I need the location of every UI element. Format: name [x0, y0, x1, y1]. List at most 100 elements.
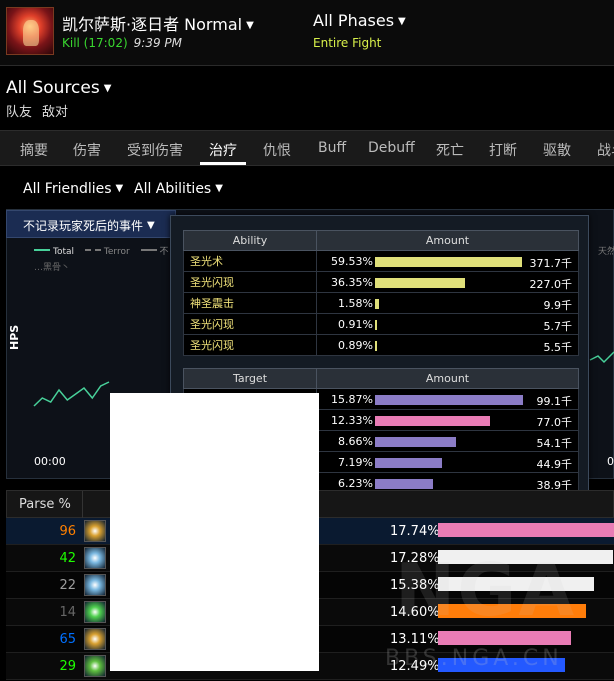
encounter-title: 凯尔萨斯·逐日者 Normal	[62, 15, 243, 34]
tab-buffs[interactable]: Buff	[318, 140, 346, 156]
target-header: Target	[183, 368, 317, 389]
chevron-down-icon: ▼	[103, 83, 112, 94]
target-value: 54.1千	[536, 437, 573, 450]
target-amount-header: Amount	[316, 368, 579, 389]
ability-name: 圣光闪现	[183, 271, 317, 293]
target-percent: 8.66%	[338, 435, 373, 448]
tab-threat[interactable]: 仇恨	[263, 140, 291, 160]
x-tick-start: 00:00	[34, 455, 66, 468]
series-line-total	[33, 381, 110, 407]
parse-value: 96	[59, 524, 76, 539]
healing-percent: 13.11%	[390, 632, 440, 647]
healing-percent: 17.74%	[390, 524, 440, 539]
target-amount-bar	[375, 416, 490, 426]
parse-value: 14	[59, 605, 76, 620]
ability-row[interactable]: 圣光闪现 0.91% 5.7千	[183, 313, 579, 335]
holy-word-icon	[84, 547, 106, 569]
target-amount-bar	[375, 479, 433, 489]
fight-header: 凯尔萨斯·逐日者 Normal ▼ Kill (17:02) 9:39 PM All…	[0, 0, 614, 66]
ability-value: 5.7千	[543, 320, 573, 333]
redaction-box	[110, 393, 319, 671]
friendly-link[interactable]: 队友	[6, 105, 32, 120]
tab-deaths[interactable]: 死亡	[436, 140, 464, 160]
tab-damage-done[interactable]: 伤害	[73, 140, 101, 160]
sources-title: All Sources	[6, 78, 100, 98]
ability-amount: 59.53% 371.7千	[316, 250, 579, 272]
death-events-toggle-label: 不记录玩家死后的事件	[23, 219, 144, 233]
ability-amount: 0.89% 5.5千	[316, 334, 579, 356]
tab-dispels[interactable]: 驱散	[543, 140, 571, 160]
target-percent: 7.19%	[338, 456, 373, 469]
parse-value: 65	[59, 632, 76, 647]
ability-percent: 59.53%	[331, 255, 373, 268]
chevron-down-icon: ▼	[398, 16, 406, 27]
ability-amount: 1.58% 9.9千	[316, 292, 579, 314]
y-axis-label: HPS	[8, 324, 21, 350]
sources-selector[interactable]: All Sources ▼	[6, 78, 111, 98]
tab-summary[interactable]: 摘要	[20, 140, 48, 160]
ability-table: Ability Amount 圣光术 59.53% 371.7千 圣光闪现 36.35%…	[183, 230, 579, 356]
ability-name: 圣光闪现	[183, 334, 317, 356]
chain-heal-icon	[84, 655, 106, 677]
parse-value: 42	[59, 551, 76, 566]
parse-column-header[interactable]: Parse %	[19, 497, 71, 512]
column-divider	[82, 491, 83, 519]
phase-title: All Phases	[313, 11, 395, 30]
target-amount: 12.33% 77.0千	[316, 409, 579, 431]
holy-light-icon	[84, 628, 106, 650]
target-amount: 15.87% 99.1千	[316, 388, 579, 410]
x-tick-end: 0	[607, 455, 614, 468]
encounter-selector[interactable]: 凯尔萨斯·逐日者 Normal ▼	[62, 11, 254, 35]
series-line-total-right	[589, 351, 614, 364]
friendlies-filter-label: All Friendlies	[23, 181, 112, 197]
ability-name: 圣光术	[183, 250, 317, 272]
active-tab-indicator	[200, 162, 246, 165]
parse-value: 29	[59, 659, 76, 674]
view-tabs: 摘要 伤害 受到伤害 治疗 仇恨 Buff Debuff 死亡 打断 驱散 战斗	[0, 130, 614, 166]
target-amount: 7.19% 44.9千	[316, 451, 579, 473]
ability-percent: 36.35%	[331, 276, 373, 289]
parse-value: 22	[59, 578, 76, 593]
friendlies-filter[interactable]: All Friendlies ▼	[23, 181, 123, 197]
ability-value: 5.5千	[543, 341, 573, 354]
ability-amount: 0.91% 5.7千	[316, 313, 579, 335]
kill-timestamp: 9:39 PM	[133, 36, 182, 50]
target-amount-bar	[375, 458, 442, 468]
amount-header: Amount	[316, 230, 579, 251]
target-value: 44.9千	[536, 458, 573, 471]
watermark-url: BBS.NGA.CN	[385, 646, 563, 671]
tab-damage-taken[interactable]: 受到伤害	[127, 140, 183, 160]
ability-row[interactable]: 圣光闪现 36.35% 227.0千	[183, 271, 579, 293]
holy-light-icon	[84, 520, 106, 542]
ability-percent: 0.91%	[338, 318, 373, 331]
target-amount-bar	[375, 437, 456, 447]
ability-value: 9.9千	[543, 299, 573, 312]
phase-selector[interactable]: All Phases ▼	[313, 11, 406, 30]
kill-info: Kill (17:02) 9:39 PM	[62, 36, 182, 50]
ability-amount-bar	[375, 320, 377, 330]
target-value: 99.1千	[536, 395, 573, 408]
target-percent: 12.33%	[331, 414, 373, 427]
tab-debuffs[interactable]: Debuff	[368, 140, 415, 156]
tab-healing[interactable]: 治疗	[209, 140, 237, 160]
holy-word-icon	[84, 574, 106, 596]
ability-amount-bar	[375, 278, 465, 288]
ability-percent: 1.58%	[338, 297, 373, 310]
sources-filter: 队友 敌对	[6, 101, 78, 120]
phase-subtitle: Entire Fight	[313, 36, 382, 50]
target-amount-bar	[375, 395, 523, 405]
target-percent: 6.23%	[338, 477, 373, 490]
abilities-filter[interactable]: All Abilities ▼	[134, 181, 223, 197]
tab-casts[interactable]: 战斗	[597, 140, 614, 160]
ability-value: 371.7千	[529, 257, 573, 270]
ability-row[interactable]: 圣光闪现 0.89% 5.5千	[183, 334, 579, 356]
death-events-toggle[interactable]: 不记录玩家死后的事件 ▼	[6, 210, 176, 238]
ability-amount: 36.35% 227.0千	[316, 271, 579, 293]
kill-status: Kill (17:02)	[62, 36, 128, 50]
tab-interrupts[interactable]: 打断	[489, 140, 517, 160]
chevron-down-icon: ▼	[246, 20, 254, 31]
rejuvenation-icon	[84, 601, 106, 623]
ability-row[interactable]: 圣光术 59.53% 371.7千	[183, 250, 579, 272]
ability-row[interactable]: 神圣震击 1.58% 9.9千	[183, 292, 579, 314]
enemy-link[interactable]: 敌对	[42, 105, 68, 120]
